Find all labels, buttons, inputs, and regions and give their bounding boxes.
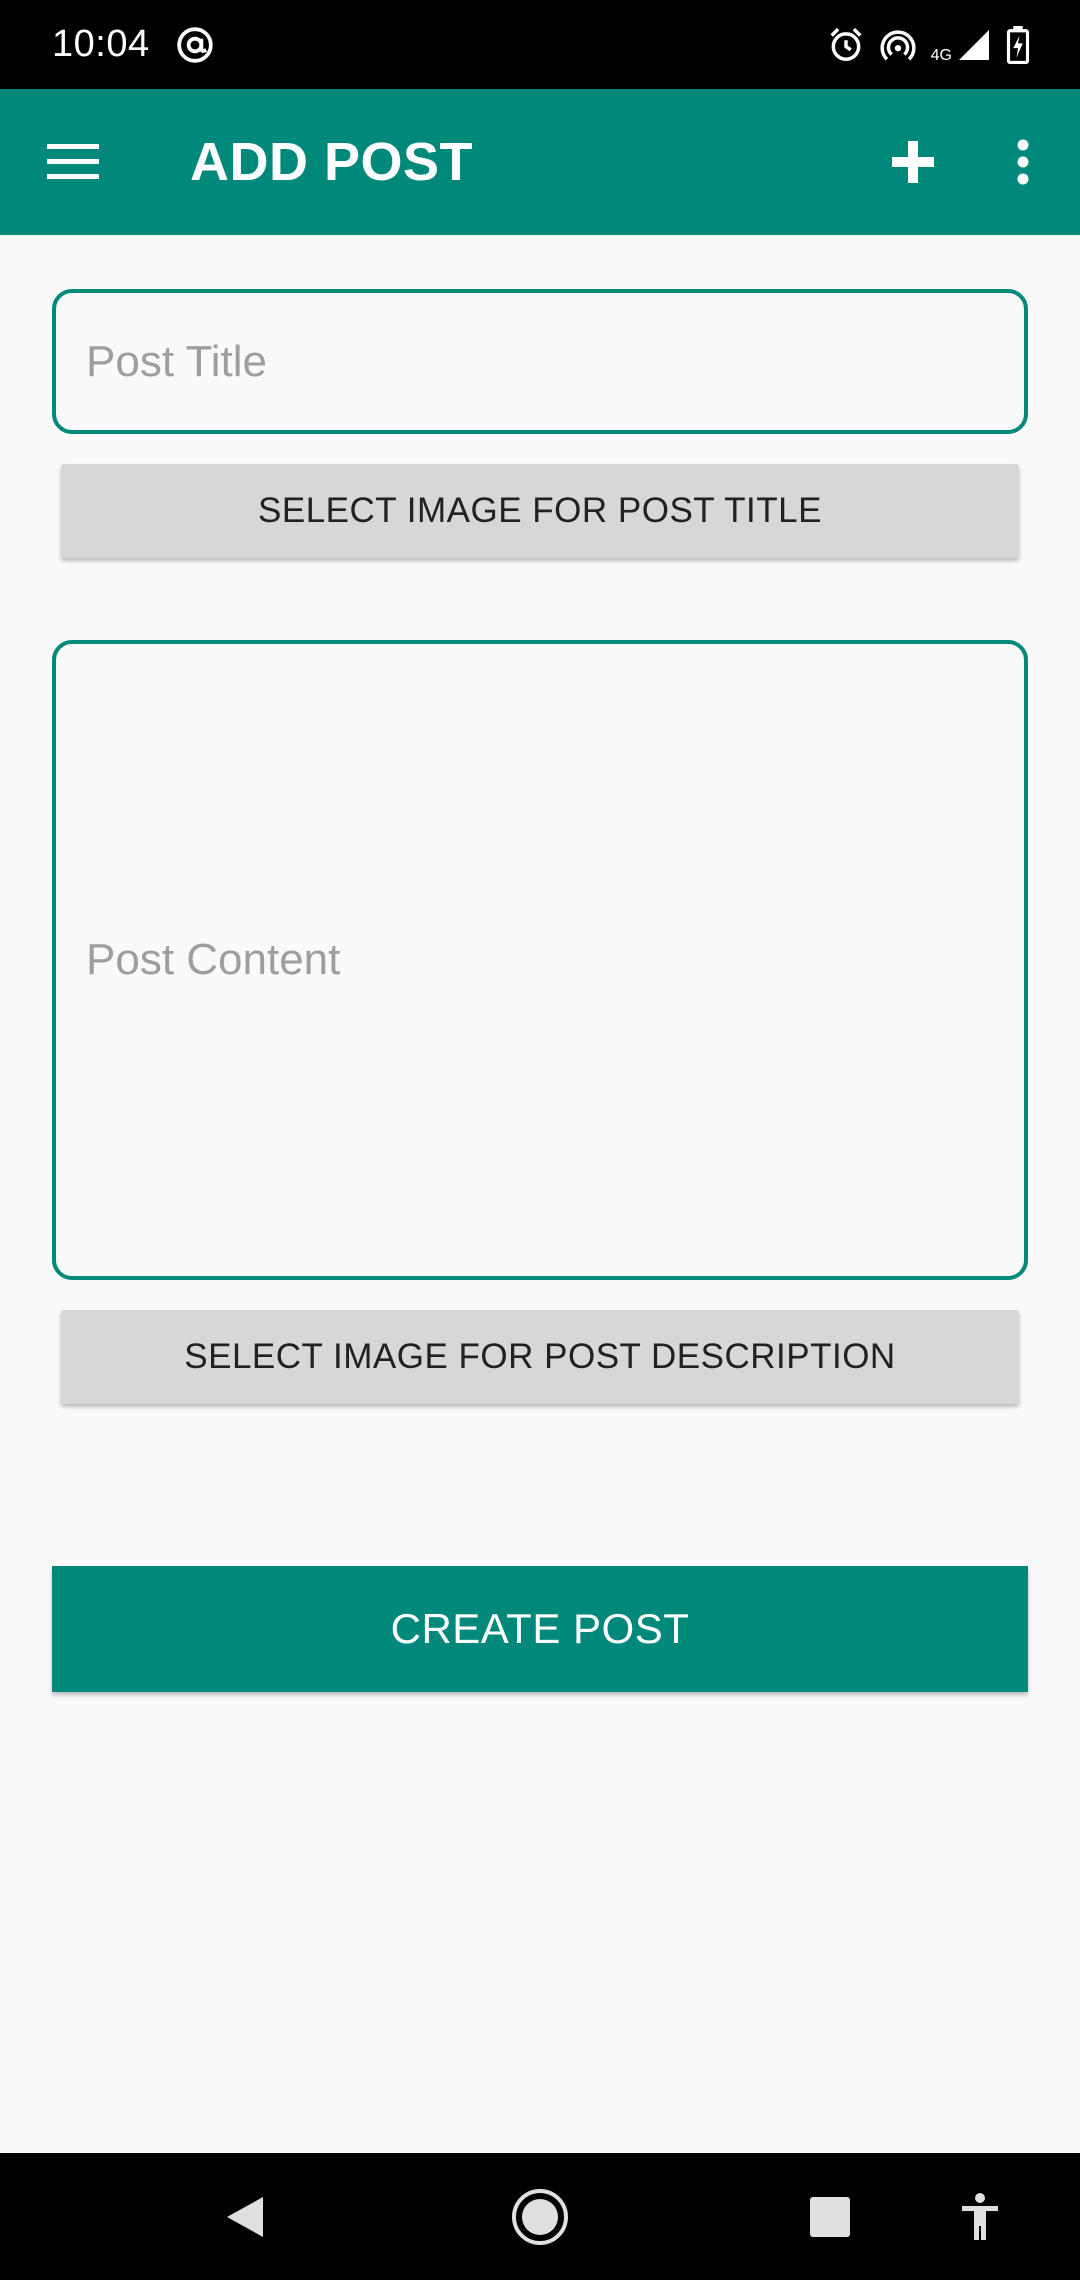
accessibility-icon [962,2192,998,2240]
menu-icon [47,144,99,179]
create-post-button[interactable]: CREATE POST [52,1566,1028,1692]
system-nav-bar [0,2153,1080,2280]
app-bar: ADD POST [0,89,1080,235]
add-button[interactable] [880,132,946,192]
more-vert-icon [1017,139,1029,185]
home-icon [512,2188,568,2245]
select-title-image-button[interactable]: SELECT IMAGE FOR POST TITLE [61,464,1019,558]
recents-button[interactable] [790,2153,870,2280]
battery-charging-icon [1006,25,1030,64]
status-left: 10:04 [52,23,214,66]
back-icon [227,2196,263,2237]
status-right: 4G [827,25,1030,65]
post-content-placeholder: Post Content [86,935,341,984]
hotspot-icon [879,26,917,64]
page-title: ADD POST [190,132,474,192]
at-sign-icon [176,26,214,64]
recents-icon [810,2196,850,2237]
more-options-button[interactable] [1000,132,1046,192]
plus-icon [892,141,934,183]
accessibility-button[interactable] [940,2153,1020,2280]
select-description-image-button[interactable]: SELECT IMAGE FOR POST DESCRIPTION [61,1310,1019,1404]
status-bar: 10:04 4G [0,0,1080,89]
post-content-input[interactable]: Post Content [52,640,1028,1280]
back-button[interactable] [200,2153,290,2280]
screen: 10:04 4G ADD POST Post Title SELECT IMAG… [0,0,1080,2280]
status-time: 10:04 [52,23,150,65]
post-title-input[interactable]: Post Title [52,289,1028,434]
home-button[interactable] [495,2153,585,2280]
signal-icon [956,27,992,63]
network-type-label: 4G [930,46,952,64]
alarm-icon [827,26,865,64]
post-title-placeholder: Post Title [86,336,267,386]
menu-button[interactable] [40,132,106,192]
